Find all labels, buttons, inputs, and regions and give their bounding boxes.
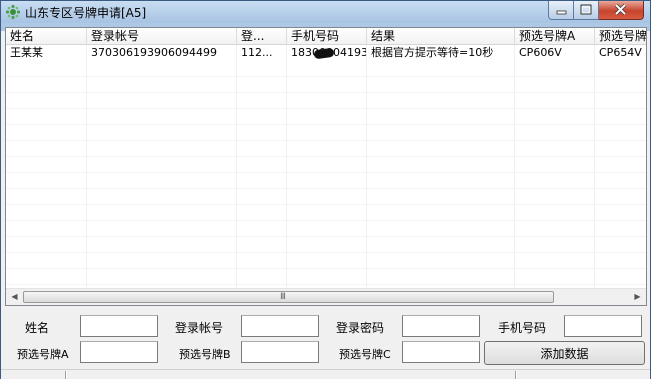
window-title: 山东专区号牌申请[A5] xyxy=(25,6,147,20)
plate-b-label: 预选号牌B xyxy=(179,348,231,361)
horizontal-scrollbar[interactable]: ◀ III ▶ xyxy=(6,288,646,305)
account-input[interactable] xyxy=(241,315,319,337)
column-header-password[interactable]: 登... xyxy=(237,28,287,45)
name-label: 姓名 xyxy=(25,321,50,335)
scroll-left-icon[interactable]: ◀ xyxy=(6,289,23,305)
account-label: 登录帐号 xyxy=(175,321,224,335)
cell-account: 370306193906094499 xyxy=(87,45,237,61)
scroll-right-icon[interactable]: ▶ xyxy=(629,289,646,305)
password-label: 登录密码 xyxy=(336,321,385,335)
close-icon xyxy=(614,3,627,16)
plate-b-input[interactable] xyxy=(241,341,319,363)
column-header-plate-a[interactable]: 预选号牌A xyxy=(515,28,595,45)
phone-input[interactable] xyxy=(564,315,642,337)
column-header-plate-b[interactable]: 预选号牌 xyxy=(595,28,646,45)
cell-plate-b: CP654V xyxy=(595,45,646,61)
column-header-account[interactable]: 登录帐号 xyxy=(87,28,237,45)
status-divider xyxy=(515,371,517,379)
column-header-phone[interactable]: 手机号码 xyxy=(287,28,367,45)
phone-label: 手机号码 xyxy=(498,321,547,335)
name-input[interactable] xyxy=(80,315,158,337)
minimize-button[interactable] xyxy=(548,1,574,20)
plate-c-label: 预选号牌C xyxy=(339,348,391,361)
status-bar xyxy=(1,369,650,379)
status-divider xyxy=(65,371,67,379)
plate-a-label: 预选号牌A xyxy=(17,348,69,361)
cell-name: 王某某 xyxy=(6,45,87,61)
cell-password: 112... xyxy=(237,45,287,61)
table-row[interactable]: 王某某 370306193906094499 112... 1830000419… xyxy=(6,45,646,61)
add-data-button[interactable]: 添加数据 xyxy=(484,341,645,365)
row-lines xyxy=(6,61,646,291)
column-header-name[interactable]: 姓名 xyxy=(6,28,87,45)
cell-result: 根据官方提示等待=10秒 xyxy=(367,45,515,61)
gear-cluster-icon xyxy=(5,4,21,20)
scroll-grip: III xyxy=(280,292,286,302)
cell-phone: 18300004193 xyxy=(287,45,367,61)
list-header: 姓名 登录帐号 登... 手机号码 结果 预选号牌A 预选号牌 xyxy=(6,28,646,45)
records-list-view[interactable]: 姓名 登录帐号 登... 手机号码 结果 预选号牌A 预选号牌 王某某 3703… xyxy=(5,27,647,306)
close-button[interactable] xyxy=(599,1,644,20)
minimize-icon xyxy=(556,10,567,15)
maximize-button[interactable] xyxy=(574,1,599,20)
title-bar[interactable]: 山东专区号牌申请[A5] xyxy=(1,1,650,23)
scroll-thumb[interactable]: III xyxy=(23,291,554,303)
maximize-icon xyxy=(580,4,592,15)
cell-plate-a: CP606V xyxy=(515,45,595,61)
password-input[interactable] xyxy=(402,315,480,337)
plate-c-input[interactable] xyxy=(402,341,480,363)
column-header-result[interactable]: 结果 xyxy=(367,28,515,45)
app-window: 山东专区号牌申请[A5] 姓名 登录帐号 登... 手机号码 结果 预选号牌A … xyxy=(0,0,651,379)
plate-a-input[interactable] xyxy=(80,341,158,363)
